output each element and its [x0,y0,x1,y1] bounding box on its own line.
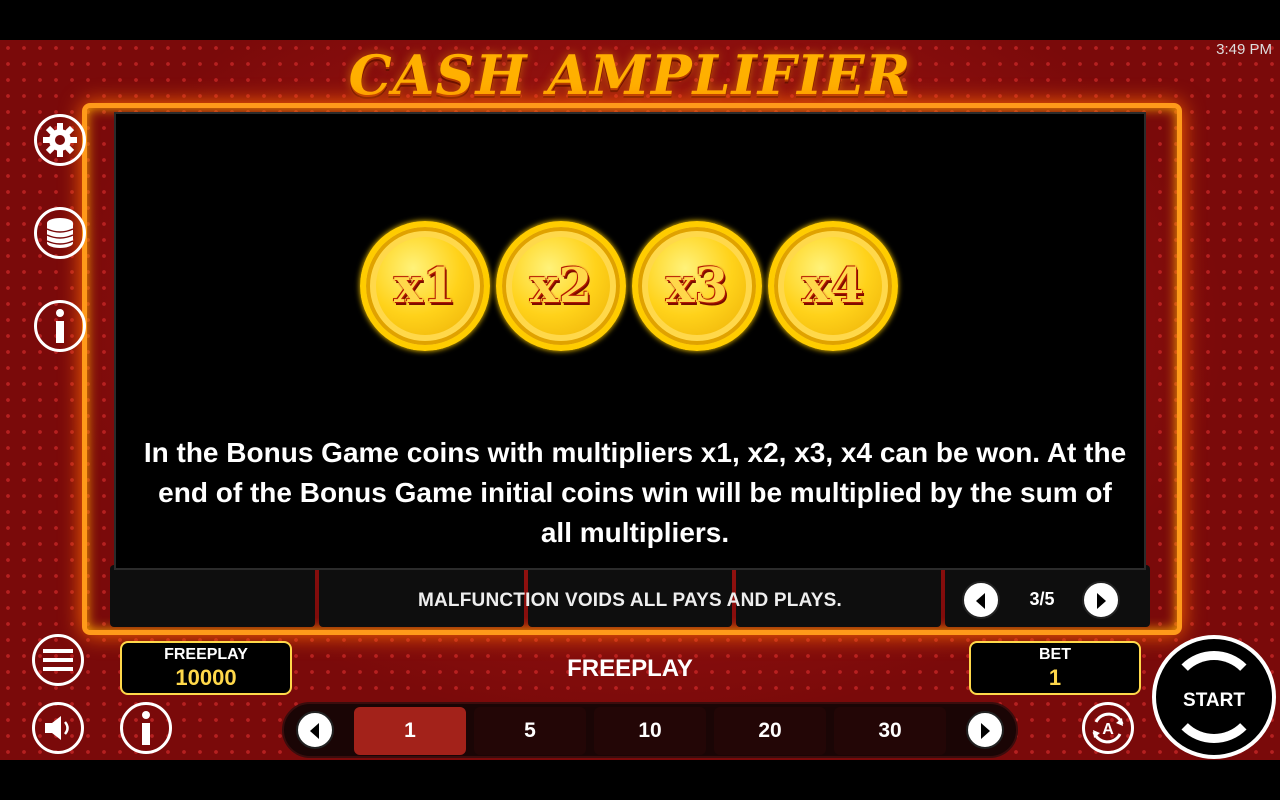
status-clock: 3:49 PM [1216,41,1272,58]
multiplier-coins: x1 x2 x3 x4 [360,221,900,353]
mode-label: FREEPLAY [567,655,693,682]
balance-value: 10000 [175,665,237,690]
chevron-right-icon [981,723,990,739]
bottom-bar [0,760,1280,800]
bet-label: BET [1039,646,1071,663]
bet-value: 1 [1048,665,1062,690]
autoplay-icon: A [1092,712,1124,744]
reel [110,565,315,627]
gear-icon [43,123,77,157]
coin-stack-icon [46,218,74,248]
coin-label: x2 [529,258,592,314]
malfunction-disclaimer: MALFUNCTION VOIDS ALL PAYS AND PLAYS. [417,590,843,611]
chevron-left-icon [310,723,319,739]
coin-label: x3 [665,258,728,314]
bet-option[interactable]: 1 [354,707,466,755]
page-indicator: 3/5 [1029,589,1055,609]
hamburger-icon [43,649,73,671]
next-page-button[interactable] [1082,581,1120,619]
bet-option[interactable]: 5 [474,707,586,755]
start-button[interactable]: START [1152,635,1276,759]
info-pager: 3/5 [962,581,1122,619]
bet-increase-button[interactable] [966,711,1004,749]
settings-button[interactable] [34,114,86,166]
start-label: START [1183,690,1245,711]
bet-option[interactable]: 20 [714,707,826,755]
info-button[interactable] [34,300,86,352]
chevron-right-icon [1097,593,1106,609]
prev-page-button[interactable] [962,581,1000,619]
bet-selector: 1 5 10 20 30 [282,702,1018,758]
chevron-left-icon [976,593,985,609]
top-bar [0,0,1280,40]
game-title: CASH AMPLIFIER 243 [348,43,912,177]
bet-option[interactable]: 30 [834,707,946,755]
bet-decrease-button[interactable] [296,711,334,749]
coins-button[interactable] [34,207,86,259]
coin-x2: x2 [496,221,626,351]
menu-button[interactable] [32,634,84,686]
info-icon [56,309,64,343]
autoplay-button[interactable]: A [1082,702,1134,754]
coin-x4: x4 [768,221,898,351]
balance-box: FREEPLAY 10000 [120,641,292,695]
speaker-icon [45,716,69,740]
sound-button[interactable] [32,702,84,754]
info-icon [142,711,150,745]
bet-option[interactable]: 10 [594,707,706,755]
info-description: In the Bonus Game coins with multipliers… [143,437,1127,548]
coin-label: x4 [801,258,864,314]
coin-x1: x1 [360,221,490,351]
paytable-info-button[interactable] [120,702,172,754]
coin-label: x1 [393,258,456,314]
coin-x3: x3 [632,221,762,351]
balance-label: FREEPLAY [164,646,248,663]
bet-box: BET 1 [969,641,1141,695]
svg-text:A: A [1102,721,1114,738]
